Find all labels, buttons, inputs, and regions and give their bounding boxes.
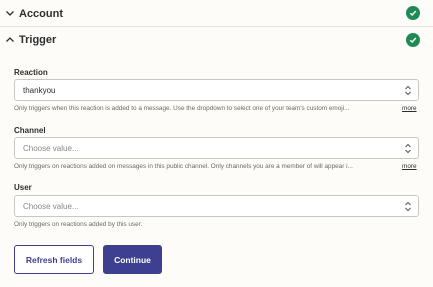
refresh-fields-button[interactable]: Refresh fields — [14, 245, 94, 274]
check-circle-icon — [406, 33, 420, 47]
reaction-select-value: thankyou — [23, 85, 56, 95]
section-account-header[interactable]: Account — [0, 0, 433, 26]
reaction-help-text: Only triggers when this reaction is adde… — [14, 105, 350, 112]
channel-help-text: Only triggers on reactions added on mess… — [14, 163, 353, 170]
user-select-placeholder: Choose value... — [23, 201, 79, 211]
user-select[interactable]: Choose value... — [14, 195, 419, 217]
up-down-arrows-icon — [404, 143, 412, 154]
check-circle-icon — [406, 6, 420, 20]
reaction-select[interactable]: thankyou — [14, 79, 419, 101]
section-title: Trigger — [19, 34, 57, 46]
section-trigger-header[interactable]: Trigger — [0, 27, 433, 53]
reaction-more-link[interactable]: more — [402, 105, 417, 112]
up-down-arrows-icon — [404, 201, 412, 212]
field-label-channel: Channel — [14, 126, 46, 135]
field-label-reaction: Reaction — [14, 68, 48, 77]
field-label-user: User — [14, 183, 32, 192]
section-title: Account — [19, 8, 63, 20]
user-help-text: Only triggers on reactions added by this… — [14, 221, 143, 228]
up-down-arrows-icon — [404, 85, 412, 96]
chevron-up-icon — [5, 35, 15, 45]
channel-more-link[interactable]: more — [402, 163, 417, 170]
continue-button[interactable]: Continue — [103, 245, 162, 274]
channel-select[interactable]: Choose value... — [14, 137, 419, 159]
chevron-down-icon — [5, 8, 15, 18]
channel-select-placeholder: Choose value... — [23, 143, 79, 153]
